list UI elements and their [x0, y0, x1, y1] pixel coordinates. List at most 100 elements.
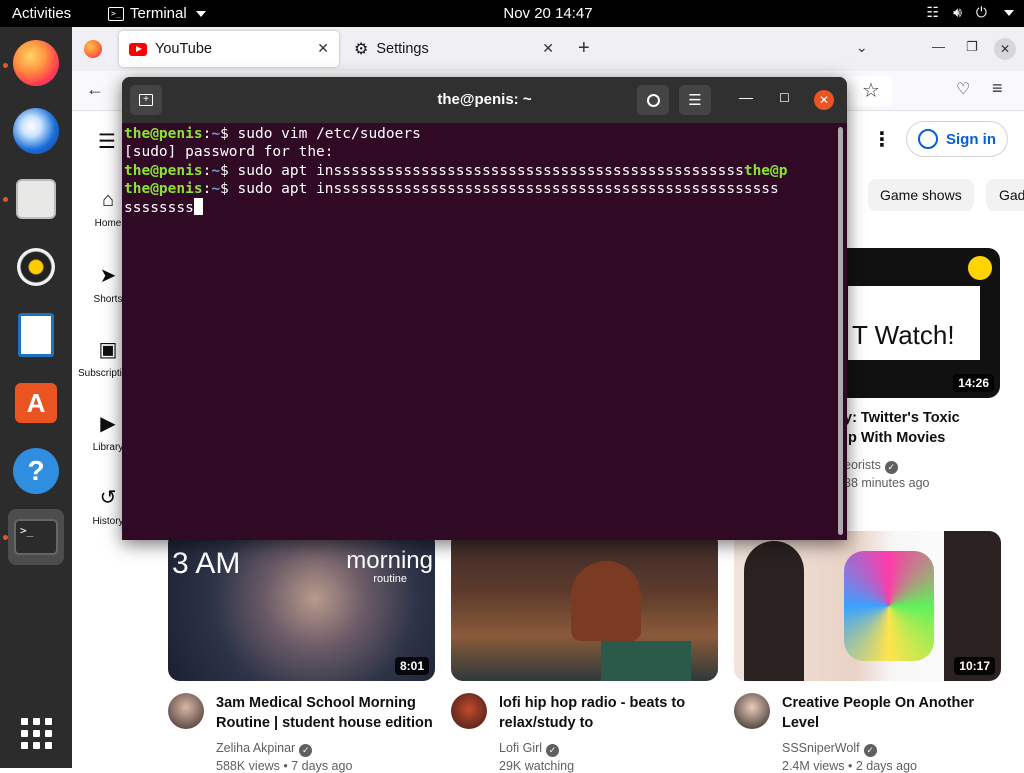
- terminal-line: the@penis:~$ sudo apt inssssssssssssssss…: [124, 180, 836, 198]
- verified-icon: ✓: [546, 744, 560, 757]
- power-icon: ⏻: [975, 4, 987, 20]
- system-tray[interactable]: ☷ 🔊︎ ⏻: [927, 4, 1014, 21]
- video-title[interactable]: Creative People On Another: [782, 693, 974, 713]
- command-text: sudo apt insssssssssssssssssssssssssssss…: [228, 180, 779, 197]
- thumbnail-text: 3 AM: [172, 547, 241, 580]
- video-title[interactable]: ip With Movies: [844, 428, 945, 448]
- channel-label: SSSniperWolf: [782, 741, 860, 755]
- video-title[interactable]: Routine | student house edition: [216, 713, 433, 733]
- tab-settings[interactable]: ⚙ Settings ✕: [344, 31, 564, 67]
- channel-name[interactable]: Zeliha Akpinar ✓: [216, 741, 313, 757]
- back-button[interactable]: ←: [86, 79, 104, 100]
- text-cursor: [193, 198, 203, 216]
- dock-libreoffice-writer[interactable]: [8, 307, 64, 363]
- chip-gadgets[interactable]: Gad: [986, 179, 1024, 211]
- prompt-symbol: $: [220, 162, 229, 179]
- terminal-scrollbar[interactable]: [838, 127, 843, 535]
- hamburger-menu-button[interactable]: ≡: [992, 78, 1003, 99]
- search-icon: [646, 93, 660, 107]
- video-meta: 29K watching: [499, 759, 575, 773]
- dock-app-center[interactable]: A: [8, 375, 64, 431]
- dock-files[interactable]: [8, 171, 64, 227]
- minimize-button[interactable]: —: [932, 39, 945, 54]
- prompt-path: ~: [211, 126, 221, 142]
- minimize-button[interactable]: —: [739, 89, 753, 105]
- video-title[interactable]: Level: [782, 713, 819, 733]
- avatar[interactable]: [168, 693, 204, 729]
- prompt-path: ~: [211, 162, 221, 179]
- channel-name[interactable]: Lofi Girl ✓: [499, 741, 560, 757]
- video-meta: 588K views • 7 days ago: [216, 759, 353, 773]
- duration-badge: 8:01: [394, 657, 429, 675]
- prompt-user: the@penis: [124, 126, 203, 142]
- bookmark-star-icon[interactable]: ☆: [862, 78, 880, 103]
- output-text: [sudo] password for the:: [124, 144, 334, 161]
- video-thumbnail[interactable]: [451, 531, 718, 681]
- video-meta: 38 minutes ago: [844, 476, 930, 490]
- window-close-button[interactable]: ✕: [994, 38, 1016, 60]
- video-thumbnail[interactable]: T Watch! 14:26: [832, 248, 1000, 398]
- avatar[interactable]: [734, 693, 770, 729]
- terminal-output[interactable]: the@penis:~$ sudo vim /etc/sudoers [sudo]…: [124, 125, 836, 537]
- terminal-line: [sudo] password for the:: [124, 143, 836, 161]
- firefox-view-icon[interactable]: [84, 40, 102, 58]
- sign-in-label: Sign in: [946, 130, 996, 148]
- prompt-colon: :: [202, 180, 212, 197]
- pocket-icon[interactable]: ♡: [956, 79, 970, 99]
- prompt-user: the@penis: [124, 180, 203, 197]
- tab-label: YouTube: [155, 41, 212, 57]
- sidebar-item-label: Home: [94, 218, 122, 229]
- tab-youtube[interactable]: YouTube ✕: [119, 31, 339, 67]
- video-title[interactable]: relax/study to: [499, 713, 593, 733]
- video-title[interactable]: 3am Medical School Morning: [216, 693, 416, 713]
- close-icon[interactable]: ✕: [542, 40, 554, 57]
- channel-name[interactable]: SSSniperWolf ✓: [782, 741, 877, 757]
- user-icon: [918, 129, 938, 149]
- video-title[interactable]: y: Twitter's Toxic: [844, 408, 960, 428]
- sign-in-button[interactable]: Sign in: [906, 121, 1008, 157]
- dock-firefox[interactable]: [8, 35, 64, 91]
- volume-icon: 🔊︎: [953, 4, 962, 20]
- prompt-symbol: $: [220, 180, 229, 197]
- prompt-path: ~: [211, 180, 221, 197]
- thumbnail-text: T Watch!: [852, 320, 955, 350]
- maximize-button[interactable]: ❐: [966, 39, 978, 55]
- command-text: sudo apt insssssssssssssssssssssssssssss…: [228, 162, 744, 179]
- show-applications-button[interactable]: [8, 705, 64, 761]
- grid-icon: [20, 717, 52, 749]
- close-icon[interactable]: ✕: [317, 40, 329, 57]
- terminal-menu-button[interactable]: ☰: [679, 85, 711, 115]
- gnome-top-bar: Activities >_ Terminal Nov 20 14:47 ☷ 🔊︎…: [0, 0, 1024, 27]
- avatar[interactable]: [451, 693, 487, 729]
- maximize-button[interactable]: ☐: [779, 91, 790, 105]
- search-button[interactable]: [637, 85, 669, 115]
- tab-strip: YouTube ✕ ⚙ Settings ✕ + ⌄ — ❐ ✕: [72, 27, 1024, 71]
- new-tab-button[interactable]: +: [578, 38, 590, 58]
- terminal-header-bar[interactable]: + the@penis: ~ ☰ — ☐ ✕: [122, 77, 847, 123]
- hamburger-menu-icon[interactable]: ☰: [98, 129, 116, 154]
- more-options-icon[interactable]: ⋮: [872, 127, 892, 152]
- dock-help[interactable]: ?: [8, 443, 64, 499]
- channel-label: Zeliha Akpinar: [216, 741, 296, 755]
- dock-rhythmbox[interactable]: [8, 239, 64, 295]
- chevron-down-icon: [1004, 9, 1014, 16]
- dock-terminal[interactable]: >_: [8, 509, 64, 565]
- video-thumbnail[interactable]: 10:17: [734, 531, 1001, 681]
- terminal-line: ssssssss: [124, 198, 836, 217]
- command-text: ssssssss: [124, 200, 194, 217]
- clock[interactable]: Nov 20 14:47: [0, 5, 1024, 22]
- folder-icon: [16, 179, 56, 219]
- tab-label: Settings: [376, 41, 429, 57]
- prompt-user: the@penis: [124, 162, 203, 179]
- list-all-tabs-button[interactable]: ⌄: [856, 39, 868, 56]
- prompt-colon: :: [202, 162, 212, 179]
- dock-thunderbird[interactable]: [8, 103, 64, 159]
- chip-game-shows[interactable]: Game shows: [868, 179, 974, 211]
- video-title[interactable]: lofi hip hop radio - beats to: [499, 693, 685, 713]
- video-thumbnail[interactable]: 3 AM morning routine 8:01: [168, 531, 435, 681]
- prompt-colon: :: [202, 126, 212, 142]
- channel-name[interactable]: eorists ✓: [844, 458, 898, 474]
- terminal-window[interactable]: + the@penis: ~ ☰ — ☐ ✕ the@penis:~$ sudo…: [122, 77, 847, 540]
- thumbnail-text: morning: [346, 547, 433, 574]
- close-button[interactable]: ✕: [814, 90, 834, 110]
